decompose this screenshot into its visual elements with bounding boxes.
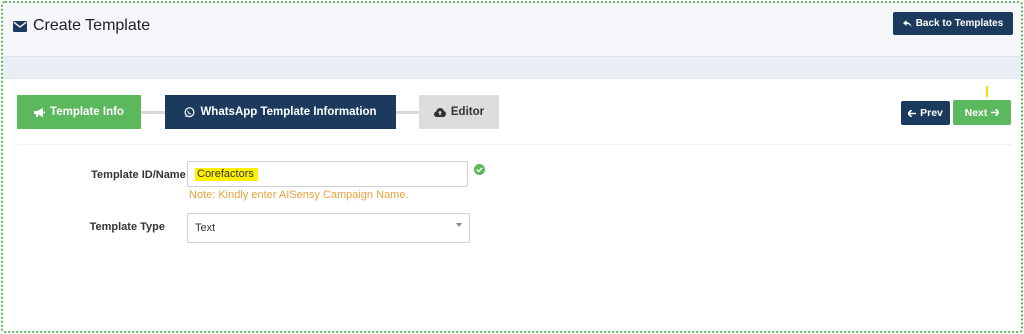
megaphone-icon [34,107,46,117]
step-connector [396,111,419,114]
next-button-label: Next [964,106,988,119]
arrow-right-icon [991,109,1000,116]
page-title: Create Template [13,17,150,35]
cursor-indicator [986,86,988,97]
step-connector [141,111,165,114]
arrow-left-icon [908,109,917,117]
template-type-selected: Text [195,222,216,234]
template-id-input-value: Corefactors [195,167,258,181]
whatsapp-icon [184,106,195,117]
app-frame: Create Template Back to Templates Templa… [1,1,1023,333]
caret-down-icon [456,223,462,227]
back-to-templates-button[interactable]: Back to Templates [893,12,1013,35]
step-template-info-label: Template Info [50,106,124,118]
section-divider [17,144,1011,145]
subheader-strip [3,57,1021,79]
prev-button-label: Prev [920,107,943,119]
next-button[interactable]: Next [953,100,1011,125]
step-whatsapp-template-information[interactable]: WhatsApp Template Information [165,95,396,129]
step-editor-label: Editor [450,106,485,118]
step-progress: Template Info WhatsApp Template Informat… [17,95,507,129]
template-id-input[interactable]: Corefactors [187,161,468,187]
page-header: Create Template Back to Templates [3,3,1021,57]
check-circle-icon [474,164,485,175]
envelope-icon [13,20,27,32]
step-editor[interactable]: Editor [419,95,499,129]
step-template-info[interactable]: Template Info [17,95,141,129]
template-id-label-text: Template ID/Name [91,169,186,181]
cloud-upload-icon [433,107,446,117]
back-button-label: Back to Templates [915,18,1004,29]
template-id-label: Template ID/Name* [43,169,193,181]
reply-arrow-icon [902,19,912,27]
template-type-select[interactable]: Text [187,213,470,243]
step-whatsapp-label: WhatsApp Template Information [200,106,377,118]
template-id-note: Note: Kindly enter AISensy Campaign Name… [189,189,409,201]
page-title-text: Create Template [33,17,151,34]
prev-button[interactable]: Prev [901,101,950,125]
template-type-label: Template Type [89,221,165,233]
